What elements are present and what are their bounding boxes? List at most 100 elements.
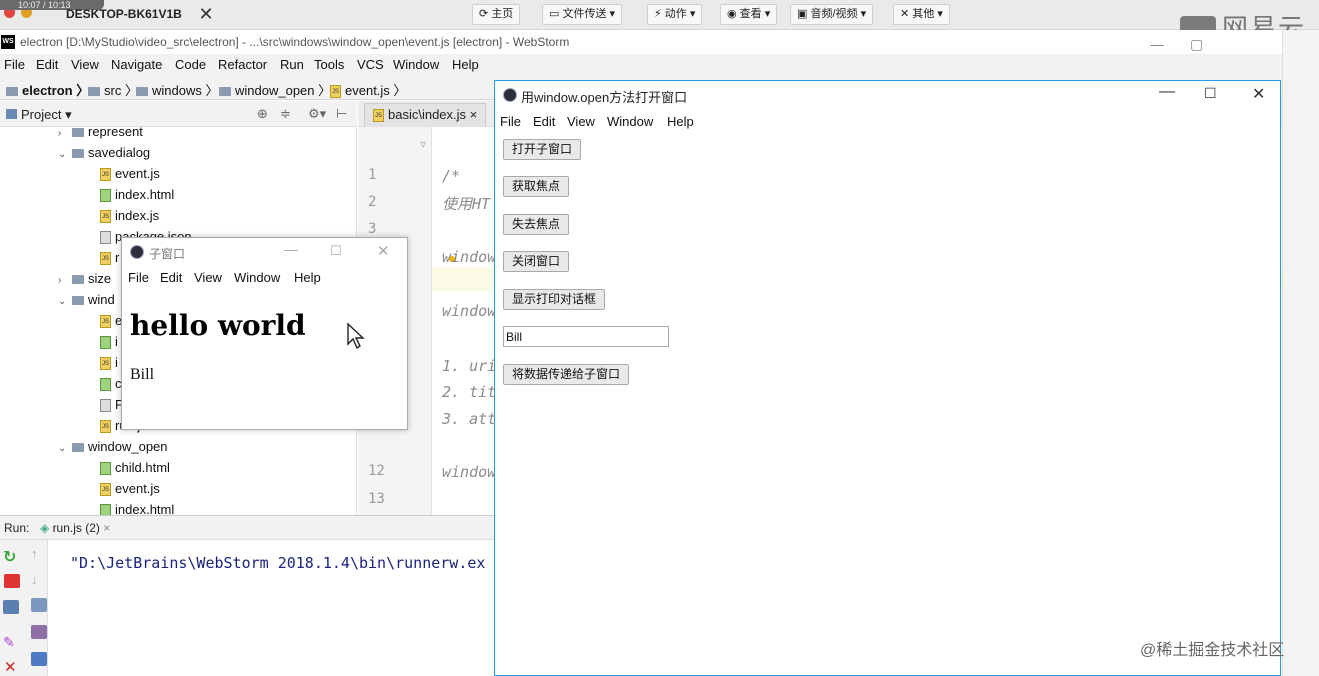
tree-item[interactable]: ⌄ wind bbox=[58, 289, 115, 310]
menu-file[interactable]: File bbox=[128, 270, 149, 285]
down-arrow-icon[interactable]: ↓ bbox=[31, 572, 38, 587]
tab-basic-index-js[interactable]: JS basic\index.js × bbox=[364, 103, 487, 127]
breadcrumb-window-open[interactable]: window_open 〉 bbox=[219, 80, 331, 99]
run-tab[interactable]: ◈ run.js (2) × bbox=[40, 521, 110, 535]
tree-item-label: represent bbox=[88, 127, 143, 139]
code-line: window bbox=[442, 302, 497, 320]
electron-logo-icon bbox=[130, 245, 144, 259]
collapse-icon[interactable]: ≑ bbox=[280, 106, 291, 122]
menu-navigate[interactable]: Navigate bbox=[111, 57, 162, 72]
minimize-icon[interactable]: — bbox=[1159, 83, 1175, 101]
close-tab-icon[interactable]: × bbox=[470, 107, 478, 122]
tree-item[interactable]: JS r bbox=[100, 247, 119, 268]
tree-item[interactable]: JS e bbox=[100, 310, 122, 331]
chevron-down-icon[interactable]: ⌄ bbox=[58, 291, 72, 312]
soft-wrap-icon[interactable] bbox=[31, 598, 47, 612]
print-icon[interactable] bbox=[31, 652, 47, 666]
tree-item[interactable]: i bbox=[100, 331, 118, 352]
chevron-down-icon[interactable]: ⌄ bbox=[58, 144, 72, 165]
other-button[interactable]: ✕ 其他 ▾ bbox=[893, 4, 950, 25]
breadcrumb-src[interactable]: src 〉 bbox=[88, 80, 138, 99]
menu-file[interactable]: File bbox=[4, 57, 25, 72]
menu-window[interactable]: Window bbox=[393, 57, 439, 72]
hide-panel-icon[interactable]: ⊢ bbox=[336, 106, 347, 122]
code-line: 3. att bbox=[442, 410, 497, 428]
menu-help[interactable]: Help bbox=[667, 114, 694, 129]
close-tab-icon[interactable]: × bbox=[103, 521, 110, 535]
tree-item-label: event.js bbox=[115, 166, 160, 181]
minimize-icon[interactable]: — bbox=[284, 241, 298, 257]
pin-icon[interactable]: ✎ bbox=[3, 634, 15, 651]
scroll-end-icon[interactable] bbox=[31, 625, 47, 639]
breadcrumb-event-js[interactable]: JS event.js 〉 bbox=[330, 80, 406, 99]
remote-close-icon[interactable]: ✕ bbox=[193, 4, 219, 26]
menu-tools[interactable]: Tools bbox=[314, 57, 344, 72]
data-input[interactable] bbox=[503, 326, 669, 347]
run-config-icon: ◈ bbox=[40, 521, 53, 535]
tree-item-label: r bbox=[115, 250, 120, 265]
tree-item[interactable]: ⌄ window_open bbox=[58, 436, 168, 457]
menu-help[interactable]: Help bbox=[452, 57, 479, 72]
close-window-button[interactable]: 关闭窗口 bbox=[503, 251, 570, 272]
folder-icon bbox=[136, 87, 148, 97]
breadcrumb-project[interactable]: electron 〉 bbox=[6, 80, 89, 99]
tree-item[interactable]: JS event.js bbox=[100, 478, 160, 499]
locate-icon[interactable]: ⊕ bbox=[257, 106, 268, 122]
close-icon[interactable]: ✕ bbox=[377, 242, 390, 260]
layout-icon[interactable] bbox=[3, 600, 19, 614]
run-label: Run: bbox=[4, 521, 30, 535]
menu-run[interactable]: Run bbox=[280, 57, 304, 72]
close-icon[interactable]: ✕ bbox=[4, 658, 17, 676]
close-icon[interactable]: ✕ bbox=[1252, 84, 1265, 104]
menu-view[interactable]: View bbox=[194, 270, 222, 285]
home-button[interactable]: ⟳ 主页 bbox=[472, 4, 521, 25]
breadcrumb-windows[interactable]: windows 〉 bbox=[136, 80, 218, 99]
tree-item[interactable]: index.html bbox=[100, 184, 174, 205]
code-line: window bbox=[442, 463, 497, 481]
file-transfer-button[interactable]: ▭ 文件传送 ▾ bbox=[542, 4, 623, 25]
project-panel-header: Project ▾ ⊕ ≑ ⚙▾ ⊢ bbox=[0, 101, 357, 127]
menu-edit[interactable]: Edit bbox=[160, 270, 182, 285]
maximize-icon[interactable]: ☐ bbox=[330, 243, 342, 259]
focus-button[interactable]: 获取焦点 bbox=[503, 176, 570, 197]
chevron-right-icon[interactable]: › bbox=[58, 270, 72, 291]
actions-button[interactable]: ⚡ 动作 ▾ bbox=[647, 4, 703, 25]
menu-edit[interactable]: Edit bbox=[36, 57, 58, 72]
project-selector[interactable]: Project ▾ bbox=[6, 107, 72, 123]
tree-item[interactable]: c bbox=[100, 373, 122, 394]
blur-button[interactable]: 失去焦点 bbox=[503, 214, 570, 235]
chevron-down-icon[interactable]: ⌄ bbox=[58, 438, 72, 459]
menu-vcs[interactable]: VCS bbox=[357, 57, 384, 72]
audio-video-button[interactable]: ▣ 音频/视频 ▾ bbox=[790, 4, 874, 25]
hello-heading: hello world bbox=[130, 309, 306, 342]
menu-view[interactable]: View bbox=[567, 114, 595, 129]
tree-item[interactable]: JS i bbox=[100, 352, 118, 373]
send-data-button[interactable]: 将数据传递给子窗口 bbox=[503, 364, 630, 385]
menu-window[interactable]: Window bbox=[607, 114, 653, 129]
js-file-icon: JS bbox=[100, 420, 111, 434]
tree-item[interactable]: child.html bbox=[100, 457, 170, 478]
tree-item[interactable]: › represent bbox=[58, 127, 143, 142]
menu-view[interactable]: View bbox=[71, 57, 99, 72]
menu-help[interactable]: Help bbox=[294, 270, 321, 285]
rerun-icon[interactable]: ↻ bbox=[3, 547, 16, 567]
stop-icon[interactable] bbox=[4, 574, 20, 588]
up-arrow-icon[interactable]: ↑ bbox=[31, 546, 38, 561]
tree-item[interactable]: ⌄ savedialog bbox=[58, 142, 150, 163]
tree-item[interactable]: › size bbox=[58, 268, 111, 289]
settings-gear-icon[interactable]: ⚙▾ bbox=[308, 106, 326, 122]
tree-item[interactable]: JS event.js bbox=[100, 163, 160, 184]
menu-file[interactable]: File bbox=[500, 114, 521, 129]
open-child-window-button[interactable]: 打开子窗口 bbox=[503, 139, 582, 160]
fold-icon[interactable]: ▿ bbox=[420, 137, 426, 151]
menu-edit[interactable]: Edit bbox=[533, 114, 555, 129]
tree-item[interactable]: JS index.js bbox=[100, 205, 159, 226]
menu-refactor[interactable]: Refactor bbox=[218, 57, 267, 72]
menu-code[interactable]: Code bbox=[175, 57, 206, 72]
ide-window-controls[interactable]: —▢ bbox=[1150, 32, 1229, 56]
print-dialog-button[interactable]: 显示打印对话框 bbox=[503, 289, 606, 310]
view-button[interactable]: ◉ 查看 ▾ bbox=[720, 4, 778, 25]
js-file-icon: JS bbox=[330, 85, 341, 99]
maximize-icon[interactable]: ☐ bbox=[1204, 85, 1217, 102]
menu-window[interactable]: Window bbox=[234, 270, 280, 285]
